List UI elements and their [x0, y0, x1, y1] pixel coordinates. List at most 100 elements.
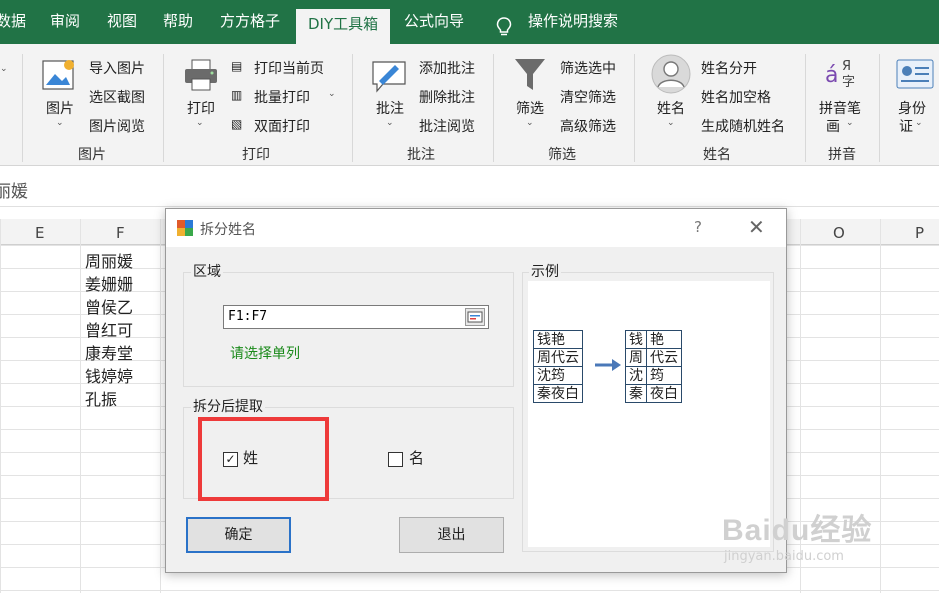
close-icon[interactable]: ✕: [748, 215, 765, 239]
filter-button[interactable]: 筛选: [516, 98, 544, 118]
comment-browse-button[interactable]: 批注阅览: [419, 116, 475, 136]
clear-filter-button[interactable]: 清空筛选: [560, 87, 616, 107]
column-header-f[interactable]: F: [116, 224, 125, 242]
range-input[interactable]: F1:F7: [223, 305, 489, 329]
example-cell: 艳: [646, 330, 682, 349]
selection-screenshot-button[interactable]: 选区截图: [89, 87, 145, 107]
duplex-print-icon: ▧: [231, 117, 243, 131]
id-card-button[interactable]: 身份: [898, 98, 926, 118]
example-cell: 周代云: [533, 348, 583, 367]
chevron-down-icon: ⌄: [526, 118, 534, 128]
example-cell: 筠: [646, 366, 682, 385]
person-icon[interactable]: [651, 54, 691, 94]
chevron-down-icon: ⌄: [915, 118, 923, 128]
tab-view[interactable]: 视图: [107, 10, 137, 44]
tab-data[interactable]: 数据: [0, 10, 26, 44]
formula-bar-value: 丽媛: [0, 182, 28, 202]
add-comment-button[interactable]: 添加批注: [419, 58, 475, 78]
ok-button[interactable]: 确定: [186, 517, 291, 553]
random-name-button[interactable]: 生成随机姓名: [701, 116, 785, 136]
divider: [493, 54, 494, 162]
example-after-table: 钱艳 周代云 沈筠 秦夜白: [625, 330, 682, 403]
pinyin-stroke-button[interactable]: 拼音笔: [819, 98, 861, 118]
watermark-brand: Baidu经验: [722, 514, 873, 547]
chevron-down-icon: ⌄: [667, 118, 675, 128]
advanced-filter-button[interactable]: 高级筛选: [560, 116, 616, 136]
divider: [634, 54, 635, 162]
tab-review[interactable]: 审阅: [50, 10, 80, 44]
svg-text:á: á: [825, 63, 838, 88]
cell-f2[interactable]: 姜姗姗: [85, 271, 133, 295]
app-icon: [177, 220, 193, 236]
name-add-space-button[interactable]: 姓名加空格: [701, 87, 771, 107]
print-button[interactable]: 打印: [187, 98, 215, 118]
select-range-icon[interactable]: [465, 308, 485, 326]
printer-icon[interactable]: [183, 58, 219, 92]
delete-comment-button[interactable]: 删除批注: [419, 87, 475, 107]
given-name-checkbox[interactable]: [388, 452, 403, 467]
chevron-down-icon: ⌄: [196, 118, 204, 128]
cell-f5[interactable]: 康寿堂: [85, 340, 133, 364]
filter-icon[interactable]: [513, 56, 547, 94]
region-group: [183, 272, 514, 387]
print-current-page-button[interactable]: 打印当前页: [254, 58, 324, 78]
cell-f4[interactable]: 曾红可: [85, 317, 133, 341]
region-label: 区域: [191, 261, 223, 281]
cell-f1[interactable]: 周丽媛: [85, 248, 133, 272]
given-name-label: 名: [409, 449, 425, 467]
duplex-print-button[interactable]: 双面打印: [254, 116, 310, 136]
exit-button[interactable]: 退出: [399, 517, 504, 553]
cell-f6[interactable]: 钱婷婷: [85, 363, 133, 387]
divider: [352, 54, 353, 162]
help-icon[interactable]: ?: [694, 218, 702, 236]
divider: [163, 54, 164, 162]
baidu-watermark: Baidu经验 jingyan.baidu.com: [722, 505, 872, 564]
divider: [805, 54, 806, 162]
batch-print-button[interactable]: 批量打印: [254, 87, 310, 107]
gridline: [80, 219, 81, 593]
gridline: [880, 219, 881, 593]
example-cell: 钱: [625, 330, 647, 349]
cell-f7[interactable]: 孔振: [85, 386, 117, 410]
split-name-button[interactable]: 姓名分开: [701, 58, 757, 78]
tab-formula-wizard[interactable]: 公式向导: [404, 10, 464, 44]
example-cell: 夜白: [646, 384, 682, 403]
dialog-title-bar[interactable]: 拆分姓名 ? ✕: [166, 209, 786, 247]
id-card-icon[interactable]: [896, 58, 934, 90]
cell-f3[interactable]: 曾侯乙: [85, 294, 133, 318]
column-header-p[interactable]: P: [915, 224, 924, 242]
lightbulb-icon: [496, 17, 512, 36]
formula-bar[interactable]: 丽媛: [0, 167, 939, 207]
picture-browse-button[interactable]: 图片阅览: [89, 116, 145, 136]
highlight-box: [198, 417, 329, 501]
chevron-down-icon: ⌄: [56, 118, 64, 128]
example-cell: 沈: [625, 366, 647, 385]
divider: [22, 54, 23, 162]
example-before-table: 钱艳 周代云 沈筠 秦夜白: [533, 330, 583, 403]
example-cell: 钱艳: [533, 330, 583, 349]
ribbon: ⌄ 图片 ⌄ 导入图片 选区截图 图片阅览 图片 打印 ⌄ ▤ 打印当前页 ▥ …: [0, 44, 939, 166]
arrow-right-icon: [595, 359, 621, 371]
dialog-title: 拆分姓名: [200, 222, 256, 238]
comment-button[interactable]: 批注: [376, 98, 404, 118]
name-button[interactable]: 姓名: [657, 98, 685, 118]
example-cell: 秦: [625, 384, 647, 403]
id-card-button-line2: 证: [899, 119, 913, 135]
comment-icon[interactable]: [369, 56, 409, 94]
column-header-o[interactable]: O: [833, 224, 845, 242]
filter-selected-button[interactable]: 筛选选中: [560, 58, 616, 78]
import-picture-button[interactable]: 导入图片: [89, 58, 145, 78]
group-label-comment: 批注: [407, 147, 435, 163]
tab-fangfang[interactable]: 方方格子: [220, 10, 280, 44]
picture-button[interactable]: 图片: [46, 98, 74, 118]
pinyin-stroke-button-line2: 画: [826, 119, 840, 135]
pinyin-icon[interactable]: á Я 字: [823, 56, 863, 92]
tab-diy-toolbox[interactable]: DIY工具箱: [296, 9, 391, 44]
print-page-icon: ▤: [231, 59, 243, 73]
tab-help[interactable]: 帮助: [163, 10, 193, 44]
picture-icon[interactable]: [42, 57, 78, 93]
group-label-filter: 筛选: [548, 147, 576, 163]
column-header-e[interactable]: E: [35, 224, 44, 242]
tell-me-search[interactable]: 操作说明搜索: [528, 10, 618, 44]
gridline: [160, 219, 161, 593]
